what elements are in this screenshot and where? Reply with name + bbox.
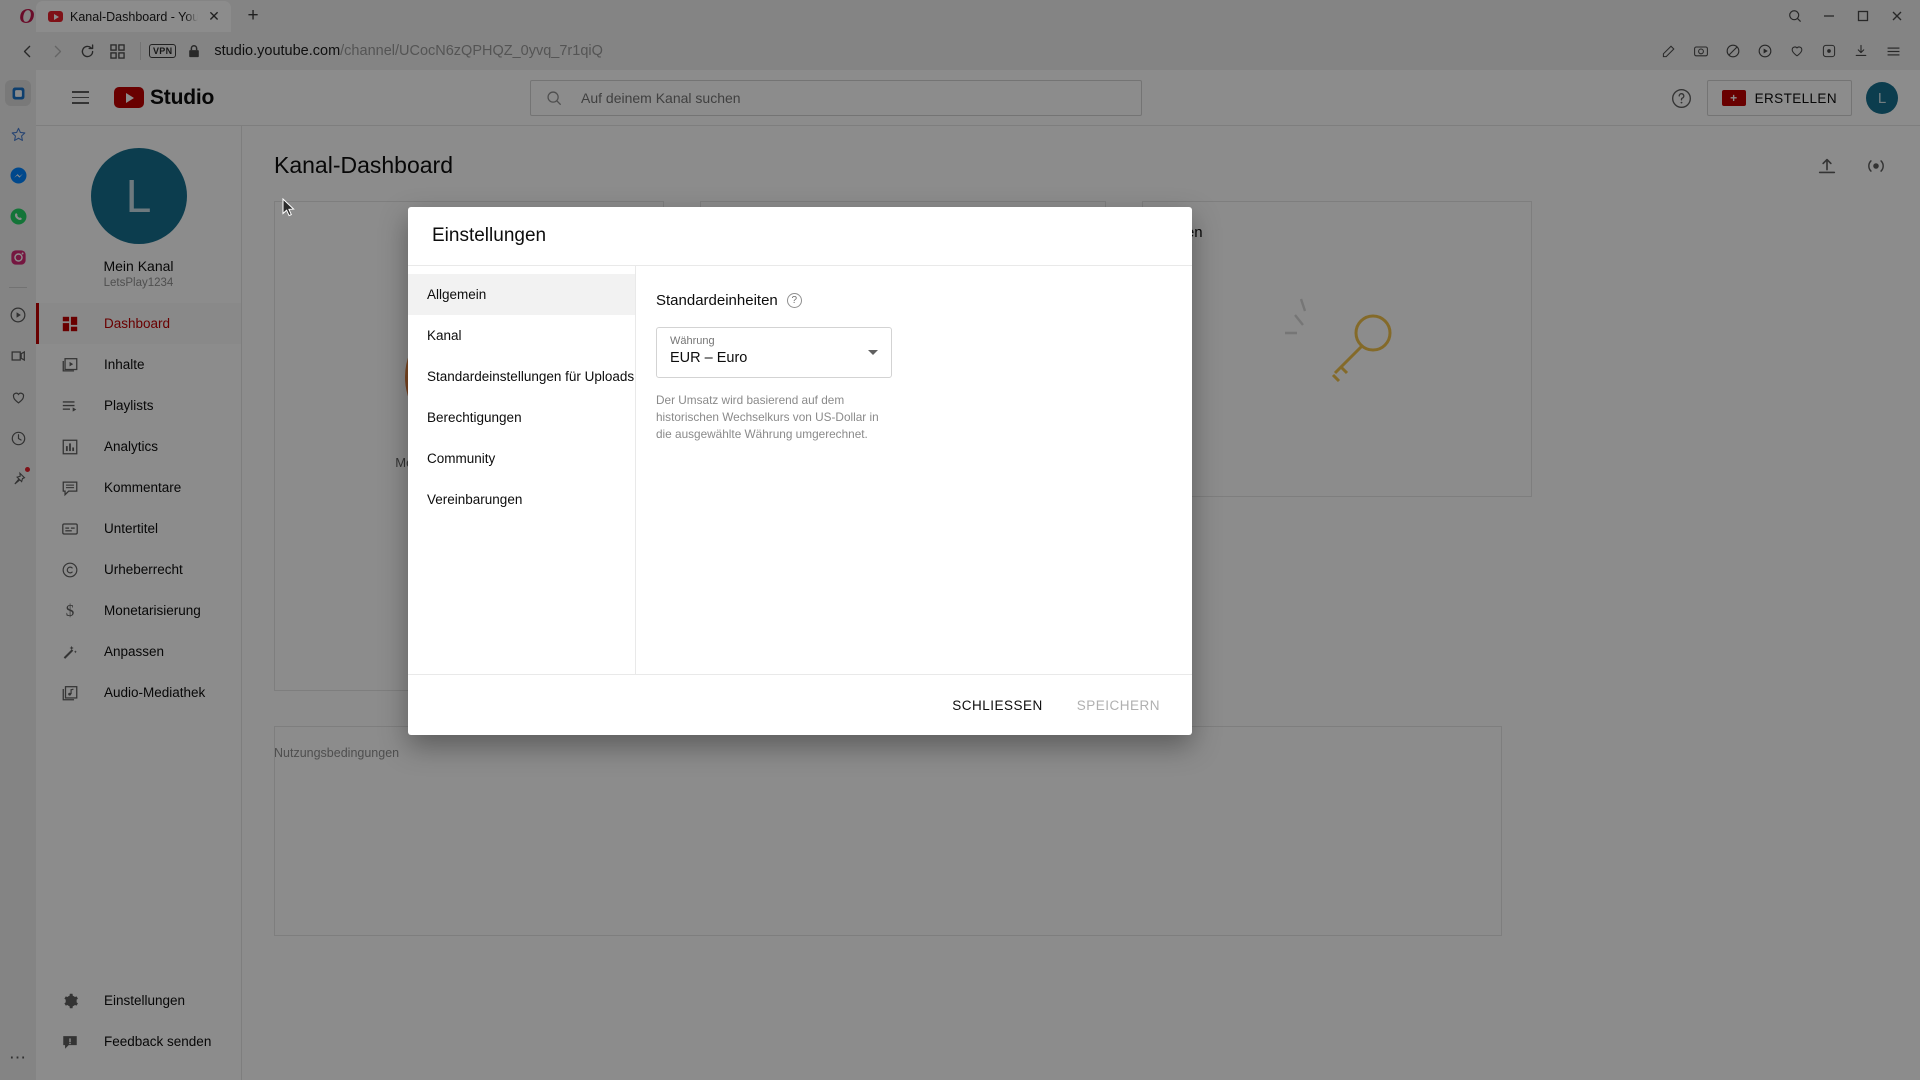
dialog-pane-allgemein: Standardeinheiten ? Währung EUR – Euro D… [636,266,1192,674]
dialog-nav-vereinbarungen[interactable]: Vereinbarungen [408,479,635,520]
currency-select[interactable]: Währung EUR – Euro [656,327,892,378]
pane-heading-row: Standardeinheiten ? [656,292,1172,309]
dialog-nav-berechtigungen[interactable]: Berechtigungen [408,397,635,438]
dialog-nav-allgemein[interactable]: Allgemein [408,274,635,315]
dialog-nav-kanal[interactable]: Kanal [408,315,635,356]
dialog-nav: Allgemein Kanal Standardeinstellungen fü… [408,266,636,674]
section-heading: Standardeinheiten [656,292,778,309]
currency-select-label: Währung [670,335,715,347]
chevron-down-icon[interactable] [868,350,878,355]
dialog-footer: SCHLIESSEN SPEICHERN [408,675,1192,735]
help-icon[interactable]: ? [786,293,802,308]
dialog-header: Einstellungen [408,207,1192,265]
currency-select-value: EUR – Euro [670,350,748,366]
dialog-nav-community[interactable]: Community [408,438,635,479]
currency-help-text: Der Umsatz wird basierend auf dem histor… [656,393,879,442]
mouse-cursor [282,197,295,223]
dialog-title: Einstellungen [432,225,547,246]
settings-dialog: Einstellungen Allgemein Kanal Standardei… [408,207,1192,735]
dialog-nav-upload-defaults[interactable]: Standardeinstellungen für Uploads [408,356,635,397]
save-button: SPEICHERN [1076,697,1160,713]
close-button[interactable]: SCHLIESSEN [938,688,1057,723]
dialog-body: Allgemein Kanal Standardeinstellungen fü… [408,265,1192,675]
